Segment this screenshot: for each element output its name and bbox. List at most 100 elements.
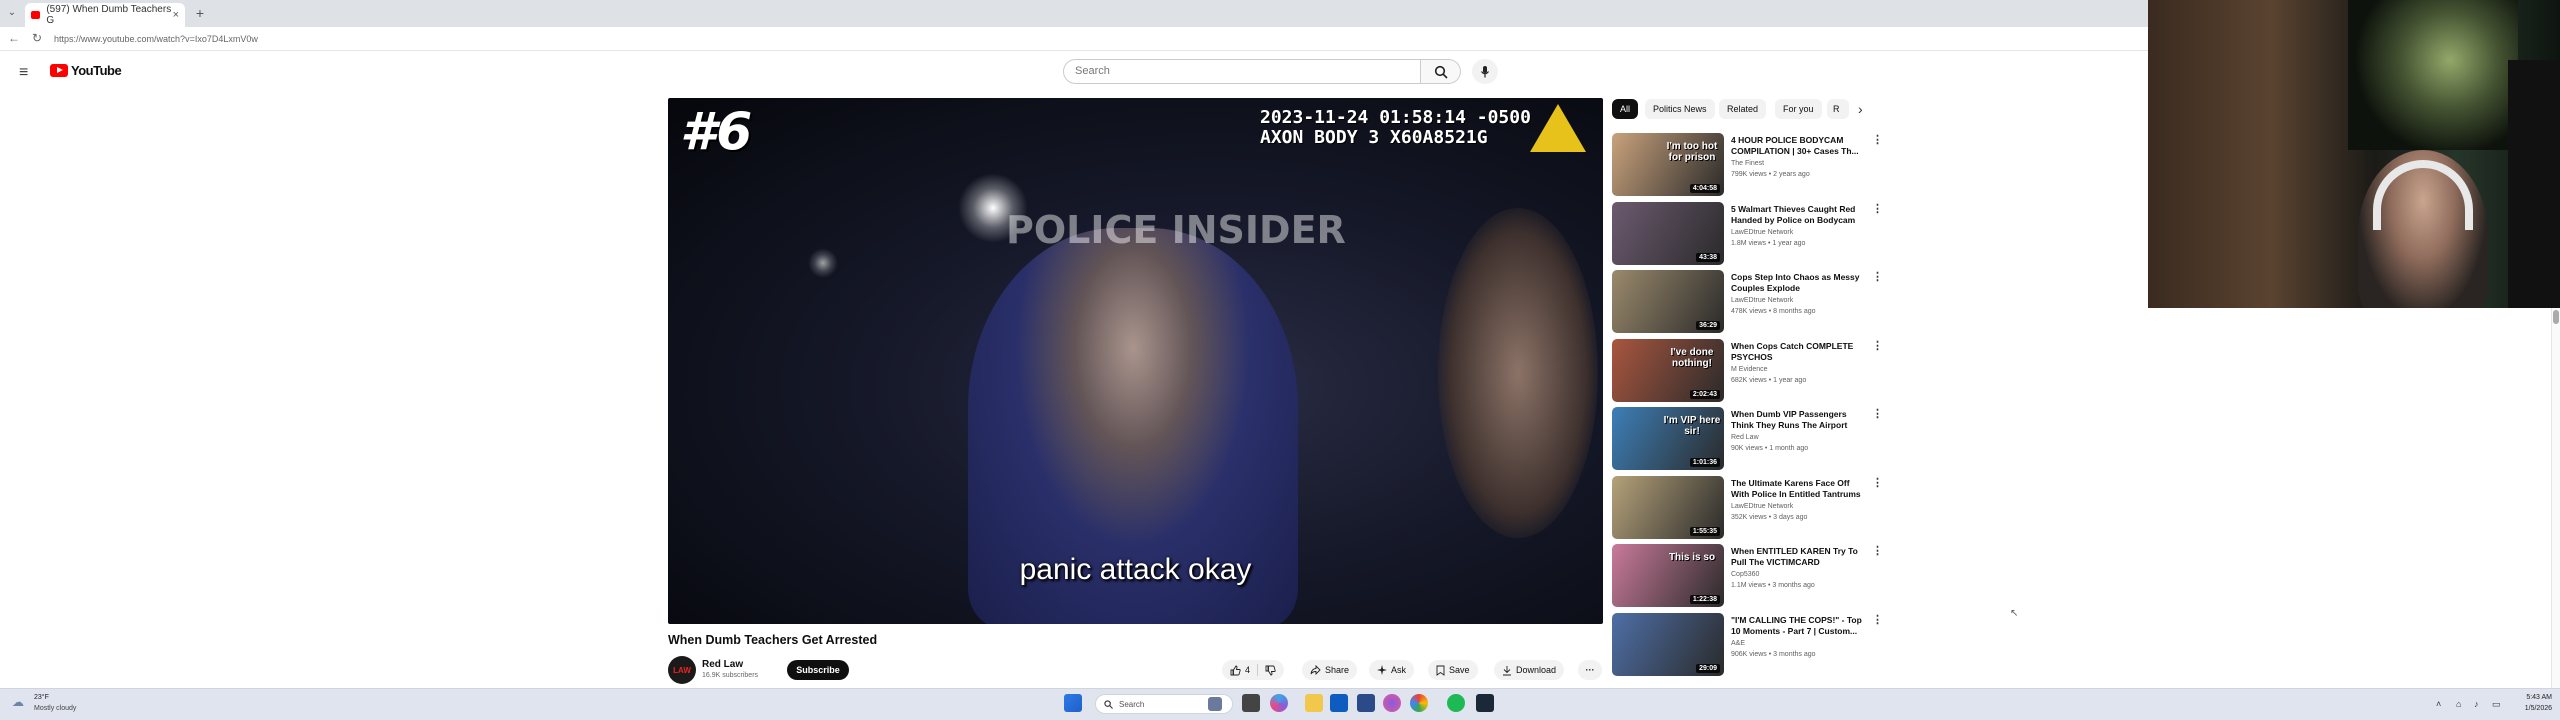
task-view-icon[interactable] bbox=[1242, 694, 1260, 712]
clock-date[interactable]: 1/5/2026 bbox=[2512, 705, 2552, 712]
video-thumbnail[interactable]: This is so 1:22:38 bbox=[1612, 544, 1724, 607]
chip-for-you[interactable]: For you bbox=[1775, 99, 1822, 119]
battery-icon[interactable]: ▭ bbox=[2492, 699, 2501, 710]
steam-icon[interactable] bbox=[1476, 694, 1494, 712]
chevron-right-icon[interactable]: › bbox=[1858, 101, 1863, 117]
recommendation-item[interactable]: 1:55:35 The Ultimate Karens Face Off With… bbox=[1612, 475, 1883, 540]
weather-temperature[interactable]: 23°F bbox=[34, 694, 49, 701]
chevron-up-icon[interactable]: ˄ bbox=[2436, 699, 2441, 709]
recommendation-channel[interactable]: LawEDtrue Network bbox=[1731, 229, 1793, 236]
recommendation-title[interactable]: When Dumb VIP Passengers Think They Runs… bbox=[1731, 409, 1867, 431]
back-icon[interactable]: ← bbox=[8, 31, 20, 45]
more-options-icon[interactable]: ⋮ bbox=[1872, 203, 1883, 215]
recommendation-title[interactable]: Cops Step Into Chaos as Messy Couples Ex… bbox=[1731, 272, 1867, 294]
video-player[interactable]: #6 2023-11-24 01:58:14 -0500 AXON BODY 3… bbox=[668, 98, 1603, 624]
edge-browser-icon[interactable] bbox=[1330, 694, 1348, 712]
recommendation-item[interactable]: I'm too hot for prison 4:04:58 4 HOUR POLI… bbox=[1612, 133, 1883, 197]
download-icon bbox=[1503, 665, 1511, 675]
more-options-icon[interactable]: ⋮ bbox=[1872, 546, 1883, 557]
video-thumbnail[interactable]: 36:29 bbox=[1612, 270, 1724, 333]
video-subtitle: panic attack okay bbox=[1019, 553, 1252, 586]
tab-list-button[interactable]: ⌄ bbox=[4, 5, 20, 21]
recommendation-channel[interactable]: LawEDtrue Network bbox=[1731, 297, 1793, 304]
share-button[interactable]: Share bbox=[1302, 660, 1358, 680]
recommendation-item[interactable]: 29:09 "I'M CALLING THE COPS!" - Top 10 Mo… bbox=[1612, 612, 1883, 677]
page-scrollbar[interactable] bbox=[2551, 308, 2560, 688]
video-thumbnail[interactable]: I'm too hot for prison 4:04:58 bbox=[1612, 133, 1724, 196]
recommendation-item[interactable]: 36:29 Cops Step Into Chaos as Messy Coupl… bbox=[1612, 270, 1883, 334]
file-explorer-icon[interactable] bbox=[1305, 694, 1323, 712]
scrollbar-thumb[interactable] bbox=[2553, 310, 2559, 324]
recommendation-title[interactable]: "I'M CALLING THE COPS!" - Top 10 Moments… bbox=[1731, 615, 1867, 637]
copilot-icon[interactable] bbox=[1270, 694, 1288, 712]
bodycam-device-line: AXON BODY 3 X60A8521G bbox=[1260, 127, 1488, 148]
recommendation-channel[interactable]: The Finest bbox=[1731, 160, 1764, 167]
recommendation-title[interactable]: The Ultimate Karens Face Off With Police… bbox=[1731, 478, 1867, 500]
store-icon[interactable] bbox=[1357, 694, 1375, 712]
recommendation-channel[interactable]: LawEDtrue Network bbox=[1731, 503, 1793, 510]
channel-avatar[interactable]: LAW bbox=[668, 656, 696, 684]
chip-related[interactable]: Related bbox=[1719, 99, 1767, 119]
voice-search-button[interactable] bbox=[1472, 59, 1498, 84]
dislike-button[interactable] bbox=[1265, 665, 1276, 676]
recommendation-item[interactable]: This is so 1:22:38 When ENTITLED KAREN Try… bbox=[1612, 544, 1883, 608]
thumbs-down-icon bbox=[1265, 665, 1276, 675]
weather-description[interactable]: Mostly cloudy bbox=[34, 705, 76, 712]
chip-politics-news[interactable]: Politics News bbox=[1645, 99, 1715, 119]
ask-button[interactable]: Ask bbox=[1369, 660, 1415, 680]
recommendation-meta: 1.1M views • 3 months ago bbox=[1731, 582, 1815, 589]
more-options-icon[interactable]: ⋮ bbox=[1872, 272, 1883, 283]
video-thumbnail[interactable]: 29:09 bbox=[1612, 612, 1724, 676]
recommendation-title[interactable]: When Cops Catch COMPLETE PSYCHOS bbox=[1731, 341, 1867, 363]
windows-start-icon[interactable] bbox=[1064, 694, 1082, 712]
cloud-icon[interactable]: ☁ bbox=[12, 695, 28, 709]
recommendation-title[interactable]: 4 HOUR POLICE BODYCAM COMPILATION | 30+ … bbox=[1731, 135, 1867, 157]
search-input[interactable]: Search bbox=[1063, 59, 1421, 84]
clock-time[interactable]: 5:43 AM bbox=[2512, 694, 2552, 701]
close-tab-icon[interactable]: × bbox=[173, 9, 179, 21]
recommendation-channel[interactable]: Red Law bbox=[1731, 434, 1759, 441]
distant-light bbox=[808, 248, 838, 278]
more-actions-button[interactable]: ··· bbox=[1578, 660, 1602, 680]
like-button[interactable]: 4 bbox=[1230, 665, 1250, 676]
recommendation-channel[interactable]: Cop5360 bbox=[1731, 571, 1759, 578]
video-thumbnail[interactable]: I'm VIP here sir! 1:01:36 bbox=[1612, 407, 1724, 470]
network-icon[interactable]: ⌂ bbox=[2456, 699, 2461, 709]
spotify-icon[interactable] bbox=[1447, 694, 1465, 712]
recommendation-item[interactable]: 43:38 5 Walmart Thieves Caught Red Handed… bbox=[1612, 201, 1883, 266]
browser-tab-active[interactable]: (597) When Dumb Teachers G × bbox=[25, 3, 185, 27]
more-options-icon[interactable]: ⋮ bbox=[1872, 340, 1883, 352]
more-options-icon[interactable]: ⋮ bbox=[1872, 614, 1883, 626]
subscribe-button[interactable]: Subscribe bbox=[787, 660, 849, 680]
new-tab-button[interactable]: + bbox=[192, 5, 208, 21]
chrome-icon[interactable] bbox=[1410, 694, 1428, 712]
chip-partial[interactable]: R bbox=[1827, 99, 1849, 119]
more-options-icon[interactable]: ⋮ bbox=[1872, 135, 1883, 146]
browser-tab-bar: ⌄ (597) When Dumb Teachers G × + bbox=[0, 0, 2148, 27]
download-button[interactable]: Download bbox=[1494, 660, 1565, 680]
volume-icon[interactable]: ♪ bbox=[2474, 699, 2479, 709]
more-options-icon[interactable]: ⋮ bbox=[1872, 477, 1883, 489]
recommendation-item[interactable]: I'm VIP here sir! 1:01:36 When Dumb VIP Pa… bbox=[1612, 407, 1883, 471]
share-icon bbox=[1310, 665, 1321, 675]
chip-all[interactable]: All bbox=[1612, 99, 1639, 119]
video-thumbnail[interactable]: 1:55:35 bbox=[1612, 475, 1724, 539]
refresh-icon[interactable]: ↻ bbox=[32, 31, 42, 45]
url-field[interactable]: https://www.youtube.com/watch?v=Ixo7D4Lx… bbox=[54, 32, 258, 46]
recommendation-channel[interactable]: M Evidence bbox=[1731, 366, 1768, 373]
channel-name[interactable]: Red Law bbox=[702, 659, 743, 670]
save-button[interactable]: Save bbox=[1428, 660, 1478, 680]
youtube-logo[interactable]: YouTube bbox=[50, 63, 122, 78]
recommendation-title[interactable]: When ENTITLED KAREN Try To Pull The VICT… bbox=[1731, 546, 1867, 568]
recommendation-title[interactable]: 5 Walmart Thieves Caught Red Handed by P… bbox=[1731, 204, 1867, 226]
recommendation-item[interactable]: I've done nothing! 2:02:43 When Cops Catch… bbox=[1612, 338, 1883, 403]
recommendation-channel[interactable]: A&E bbox=[1731, 640, 1745, 647]
search-button[interactable] bbox=[1421, 59, 1461, 84]
hamburger-menu-icon[interactable]: ≡ bbox=[19, 64, 28, 82]
video-thumbnail[interactable]: I've done nothing! 2:02:43 bbox=[1612, 338, 1724, 402]
media-app-icon[interactable] bbox=[1383, 694, 1401, 712]
more-options-icon[interactable]: ⋮ bbox=[1872, 409, 1883, 420]
video-thumbnail[interactable]: 43:38 bbox=[1612, 201, 1724, 265]
video-duration-badge: 4:04:58 bbox=[1689, 184, 1720, 193]
widget-icon[interactable] bbox=[1208, 697, 1222, 711]
